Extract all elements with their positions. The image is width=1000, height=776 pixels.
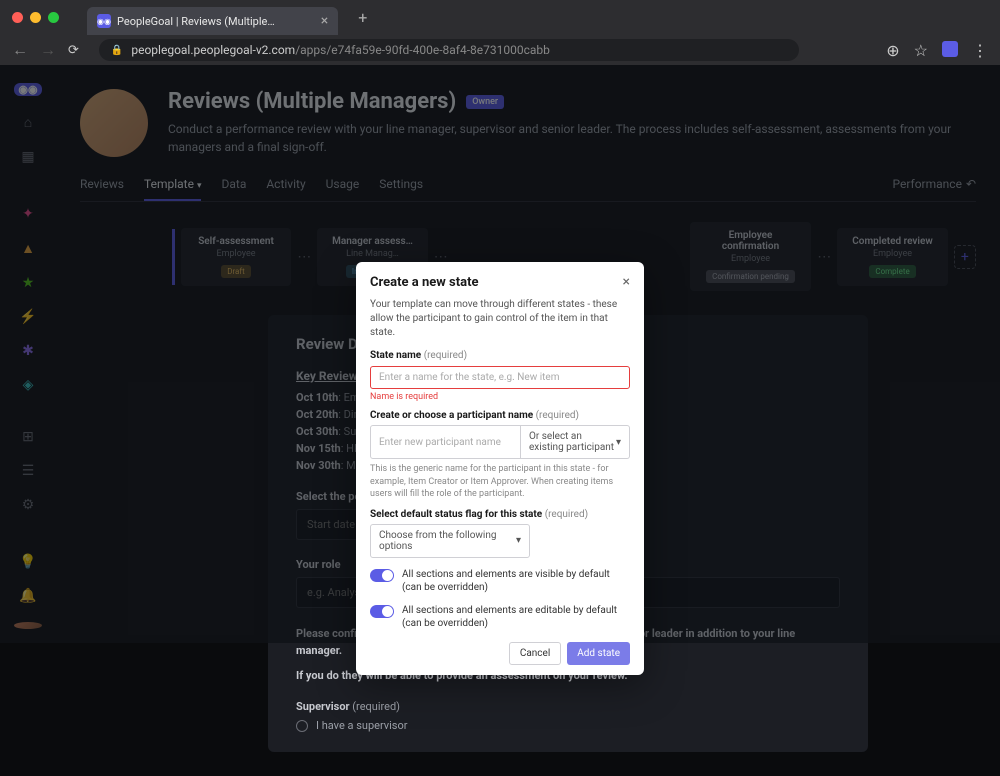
state-name-label: State name (required)	[370, 350, 630, 361]
chevron-down-icon: ▾	[516, 535, 521, 546]
state-name-input[interactable]	[370, 366, 630, 389]
window-maximize[interactable]	[48, 12, 59, 23]
participant-name-input[interactable]	[370, 425, 521, 459]
search-icon[interactable]: ⊕	[886, 41, 899, 60]
window-close[interactable]	[12, 12, 23, 23]
radio-icon	[296, 720, 308, 732]
status-flag-select[interactable]: Choose from the following options▾	[370, 524, 530, 558]
new-tab-button[interactable]: +	[358, 8, 367, 27]
participant-select[interactable]: Or select an existing participant▾	[521, 425, 630, 459]
cancel-button[interactable]: Cancel	[509, 642, 561, 665]
browser-url-bar: ← → ⟳ 🔒 peoplegoal.peoplegoal-v2.com/app…	[0, 35, 1000, 65]
back-button[interactable]: ←	[12, 40, 28, 60]
visible-toggle[interactable]	[370, 569, 394, 582]
create-state-modal: Create a new state × Your template can m…	[356, 262, 644, 675]
tab-title: PeopleGoal | Reviews (Multiple…	[117, 15, 275, 28]
editable-toggle[interactable]	[370, 605, 394, 618]
reload-button[interactable]: ⟳	[68, 43, 79, 58]
visible-toggle-label: All sections and elements are visible by…	[402, 568, 630, 594]
modal-description: Your template can move through different…	[370, 298, 630, 340]
browser-tab[interactable]: ◉◉ PeopleGoal | Reviews (Multiple… ×	[87, 7, 338, 35]
radio-option[interactable]: I have a supervisor	[296, 719, 840, 732]
chevron-down-icon: ▾	[616, 437, 621, 448]
editable-toggle-label: All sections and elements are editable b…	[402, 604, 630, 630]
url-field[interactable]: 🔒 peoplegoal.peoplegoal-v2.com/apps/e74f…	[99, 39, 799, 61]
star-icon[interactable]: ☆	[914, 41, 928, 60]
participant-hint: This is the generic name for the partici…	[370, 463, 630, 501]
error-message: Name is required	[370, 392, 630, 402]
supervisor-label: Supervisor (required)	[296, 700, 840, 713]
modal-title: Create a new state	[370, 275, 479, 290]
forward-button[interactable]: →	[40, 40, 56, 60]
menu-icon[interactable]: ⋮	[972, 41, 988, 60]
window-minimize[interactable]	[30, 12, 41, 23]
browser-tab-bar: ◉◉ PeopleGoal | Reviews (Multiple… × +	[0, 0, 1000, 35]
status-flag-label: Select default status flag for this stat…	[370, 509, 630, 520]
extension-icon[interactable]	[942, 41, 958, 57]
url-text: peoplegoal.peoplegoal-v2.com/apps/e74fa5…	[131, 43, 550, 57]
add-state-button[interactable]: Add state	[567, 642, 630, 665]
participant-label: Create or choose a participant name (req…	[370, 410, 630, 421]
lock-icon: 🔒	[111, 45, 123, 56]
close-icon[interactable]: ×	[623, 274, 630, 290]
tab-favicon-icon: ◉◉	[97, 14, 111, 28]
tab-close-icon[interactable]: ×	[321, 13, 328, 29]
